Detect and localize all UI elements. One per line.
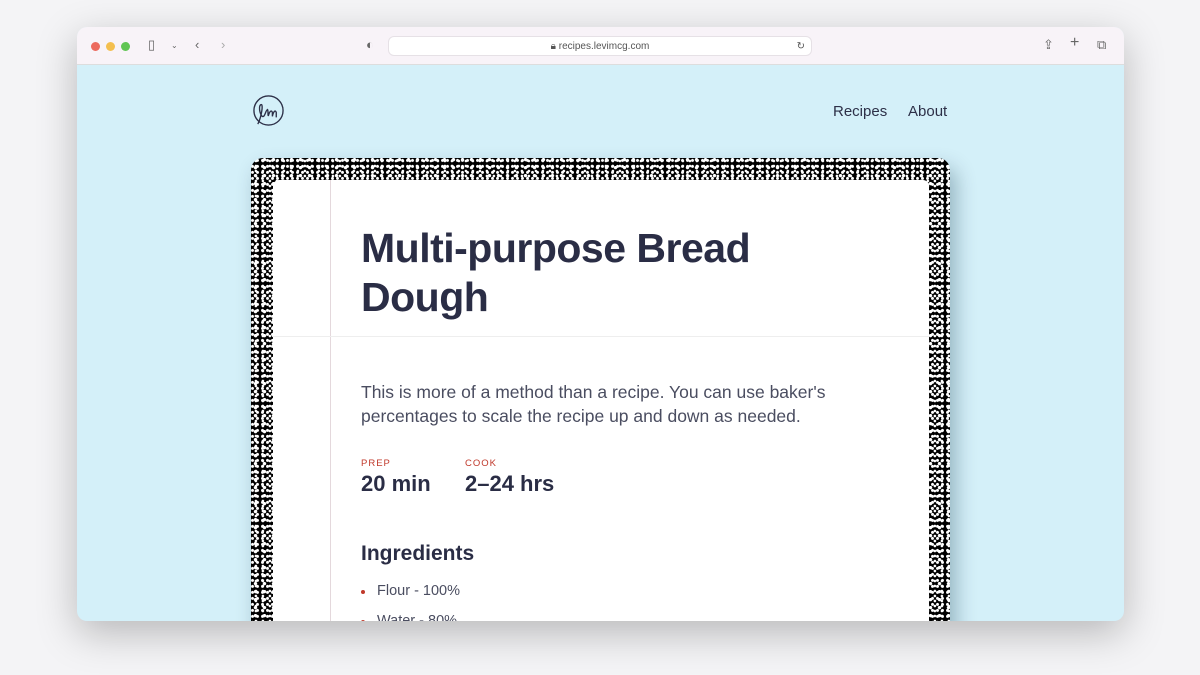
cook-value: 2–24 hrs	[465, 471, 555, 496]
nav-recipes[interactable]: Recipes	[833, 103, 887, 120]
lock-icon: 🔒︎	[550, 41, 556, 52]
cook-label: COOK	[465, 458, 497, 469]
recipe-description: This is more of a method than a recipe. …	[361, 382, 826, 426]
close-window-button[interactable]	[91, 42, 100, 51]
margin-line	[330, 180, 331, 621]
browser-toolbar: ▯ ⌄ ‹ › ◐ 🔒︎ recipes.levimcg.com ↻ ⇪ + ⧉	[77, 27, 1124, 65]
tabs-overview-icon[interactable]: ⧉	[1097, 37, 1106, 53]
privacy-shield-icon[interactable]: ◐	[366, 37, 374, 52]
site-logo[interactable]	[252, 95, 285, 128]
maximize-window-button[interactable]	[121, 42, 130, 51]
forward-icon[interactable]: ›	[221, 37, 225, 52]
share-icon[interactable]: ⇪	[1043, 37, 1054, 53]
browser-window: ▯ ⌄ ‹ › ◐ 🔒︎ recipes.levimcg.com ↻ ⇪ + ⧉…	[77, 27, 1124, 621]
address-bar[interactable]: 🔒︎ recipes.levimcg.com ↻	[388, 36, 812, 56]
ingredient-item: Water - 80%	[361, 613, 460, 621]
url-text: recipes.levimcg.com	[558, 41, 650, 52]
divider	[273, 336, 929, 337]
new-tab-icon[interactable]: +	[1070, 34, 1079, 52]
prep-time: PREP 20 min	[361, 458, 431, 497]
sidebar-icon[interactable]: ▯	[148, 37, 155, 53]
chevron-down-icon[interactable]: ⌄	[171, 41, 178, 50]
nav-about[interactable]: About	[908, 103, 947, 120]
prep-value: 20 min	[361, 471, 431, 496]
prep-label: PREP	[361, 458, 391, 469]
ingredients-list: Flour - 100% Water - 80%	[361, 583, 460, 621]
back-icon[interactable]: ‹	[195, 37, 199, 52]
ingredient-item: Flour - 100%	[361, 583, 460, 599]
recipe-paper: Multi-purpose Bread Dough This is more o…	[273, 180, 929, 621]
cook-time: COOK 2–24 hrs	[465, 458, 554, 497]
recipe-title: Multi-purpose Bread Dough	[361, 225, 751, 320]
page-content: Recipes About Multi-purpose Bread Dough …	[77, 65, 1124, 621]
notebook-card: Multi-purpose Bread Dough This is more o…	[251, 158, 950, 621]
reload-icon[interactable]: ↻	[797, 37, 805, 56]
minimize-window-button[interactable]	[106, 42, 115, 51]
ingredients-heading: Ingredients	[361, 542, 475, 565]
